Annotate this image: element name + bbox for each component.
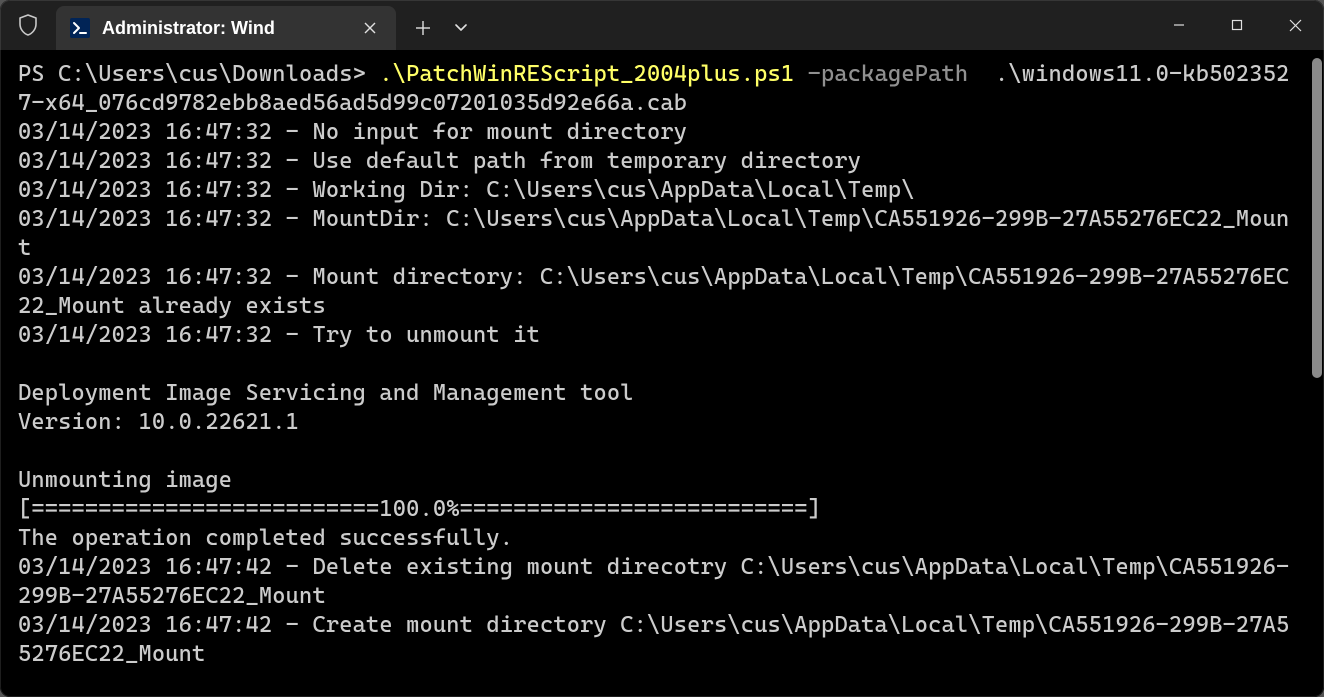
window-controls — [1150, 0, 1324, 50]
maximize-button[interactable] — [1208, 0, 1266, 50]
command-parameter: -packagePath — [794, 61, 981, 87]
admin-shield-icon — [0, 0, 56, 50]
terminal-window: Administrator: Wind — [0, 0, 1324, 697]
output-line: The operation completed successfully. — [18, 525, 513, 551]
output-line: Deployment Image Servicing and Managemen… — [18, 380, 634, 406]
tab-title: Administrator: Wind — [102, 18, 348, 39]
new-tab-button[interactable] — [402, 9, 444, 47]
scrollbar[interactable] — [1310, 50, 1324, 697]
terminal-area: PS C:\Users\cus\Downloads> .\PatchWinRES… — [0, 50, 1324, 697]
output-line: 03/14/2023 16:47:32 - Use default path f… — [18, 148, 861, 174]
output-line: 03/14/2023 16:47:32 - Mount directory: C… — [18, 264, 1289, 319]
powershell-icon — [70, 18, 90, 38]
window-close-button[interactable] — [1266, 0, 1324, 50]
profile-dropdown-button[interactable] — [444, 9, 478, 47]
output-line: 03/14/2023 16:47:32 - Try to unmount it — [18, 322, 540, 348]
terminal-output[interactable]: PS C:\Users\cus\Downloads> .\PatchWinRES… — [0, 50, 1310, 697]
scroll-thumb[interactable] — [1312, 58, 1322, 378]
output-line: 03/14/2023 16:47:42 - Create mount direc… — [18, 612, 1289, 667]
output-line: 03/14/2023 16:47:32 - Working Dir: C:\Us… — [18, 177, 915, 203]
output-line: 03/14/2023 16:47:32 - No input for mount… — [18, 119, 687, 145]
tab-close-button[interactable] — [358, 16, 382, 40]
output-line: Version: 10.0.22621.1 — [18, 409, 299, 435]
prompt: PS C:\Users\cus\Downloads> — [18, 61, 379, 87]
minimize-button[interactable] — [1150, 0, 1208, 50]
new-tab-group — [402, 6, 478, 50]
output-line: 03/14/2023 16:47:42 - Delete existing mo… — [18, 554, 1289, 609]
output-line: 03/14/2023 16:47:32 - MountDir: C:\Users… — [18, 206, 1289, 261]
tab-powershell-admin[interactable]: Administrator: Wind — [56, 6, 396, 50]
output-line: Unmounting image — [18, 467, 232, 493]
command-script: .\PatchWinREScript_2004plus.ps1 — [379, 61, 794, 87]
titlebar: Administrator: Wind — [0, 0, 1324, 50]
output-line: [==========================100.0%=======… — [18, 496, 821, 522]
